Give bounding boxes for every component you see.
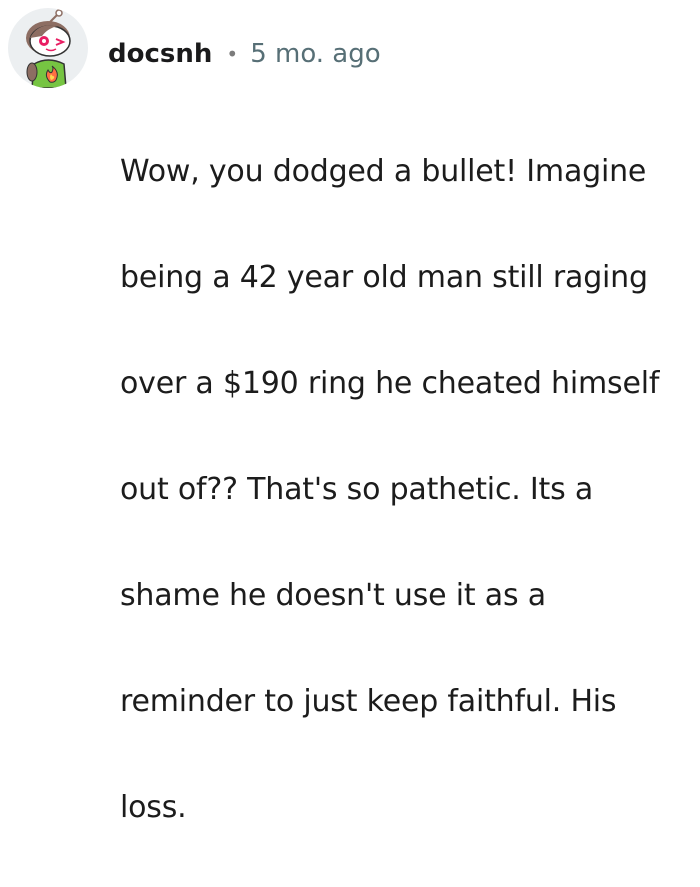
timestamp[interactable]: 5 mo. ago [250,39,380,69]
comment-line: loss. [120,790,187,825]
comment-line: shame he doesn't use it as a [120,578,546,613]
username-link[interactable]: docsnh [108,39,212,69]
comment-line: Wow, you dodged a bullet! Imagine [120,154,647,189]
comment-line: reminder to just keep faithful. His [120,684,617,719]
meta-separator: • [226,42,239,66]
comment-body: Wow, you dodged a bullet! Imagine being … [120,92,692,887]
comment-line: out of?? That's so pathetic. Its a [120,472,594,507]
comment-line: being a 42 year old man still raging [120,260,648,295]
reddit-snoo-avatar-icon [26,9,71,88]
comment: docsnh • 5 mo. ago Wow, you dodged a bul… [0,0,700,825]
comment-line: over a $190 ring he cheated himself [120,366,660,401]
user-avatar[interactable] [8,8,88,88]
comment-meta: docsnh • 5 mo. ago [108,34,381,74]
